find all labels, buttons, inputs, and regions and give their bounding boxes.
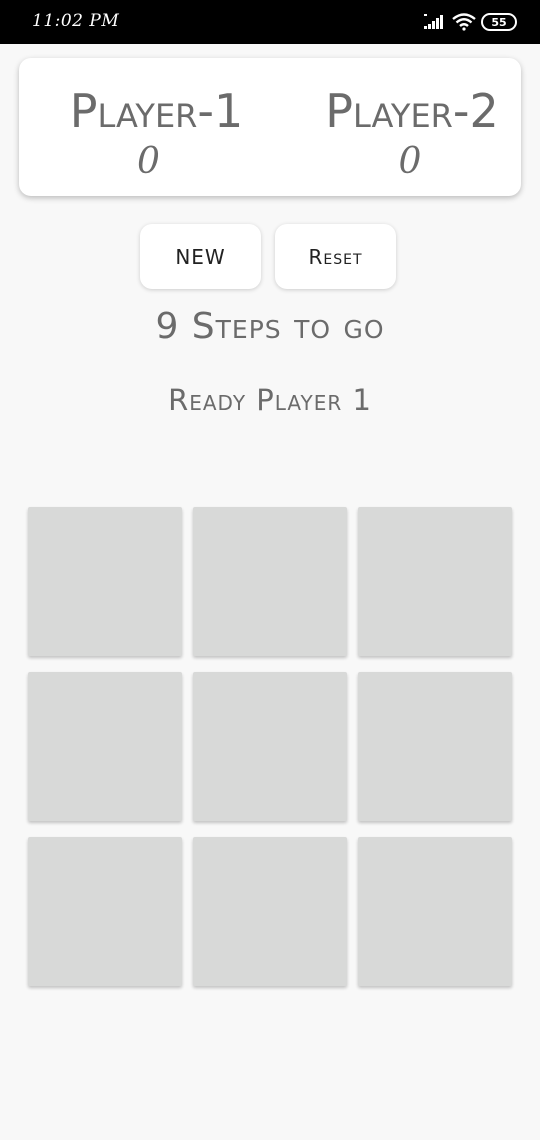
battery-icon: 55 — [481, 13, 517, 31]
board-cell-6[interactable] — [358, 672, 512, 821]
steps-remaining-text: 9 Steps to go — [155, 306, 385, 347]
board-cell-3[interactable] — [358, 507, 512, 656]
board-cell-9[interactable] — [358, 837, 512, 986]
board-cell-2[interactable] — [193, 507, 347, 656]
signal-icon — [424, 14, 443, 29]
reset-button[interactable]: Reset — [275, 224, 396, 289]
player2-panel: Player-2 0 — [307, 82, 517, 182]
board-cell-4[interactable] — [28, 672, 182, 821]
player1-score: 0 — [137, 141, 160, 182]
status-time: 11:02 PM — [32, 11, 120, 31]
board-cell-1[interactable] — [28, 507, 182, 656]
new-game-button[interactable]: NEW — [140, 224, 261, 289]
wifi-icon — [452, 13, 476, 31]
status-bar: 11:02 PM 55 — [0, 0, 540, 44]
player2-name: Player-2 — [325, 84, 499, 138]
board-cell-8[interactable] — [193, 837, 347, 986]
battery-level: 55 — [491, 15, 507, 29]
player2-score: 0 — [398, 141, 422, 182]
current-turn-text: Ready Player 1 — [168, 383, 372, 417]
scoreboard-card: Player-1 0 Player-2 0 — [19, 58, 521, 196]
game-board — [28, 507, 512, 986]
board-cell-5[interactable] — [193, 672, 347, 821]
board-cell-7[interactable] — [28, 837, 182, 986]
player1-panel: Player-1 0 — [49, 82, 264, 182]
player1-name: Player-1 — [69, 84, 244, 138]
